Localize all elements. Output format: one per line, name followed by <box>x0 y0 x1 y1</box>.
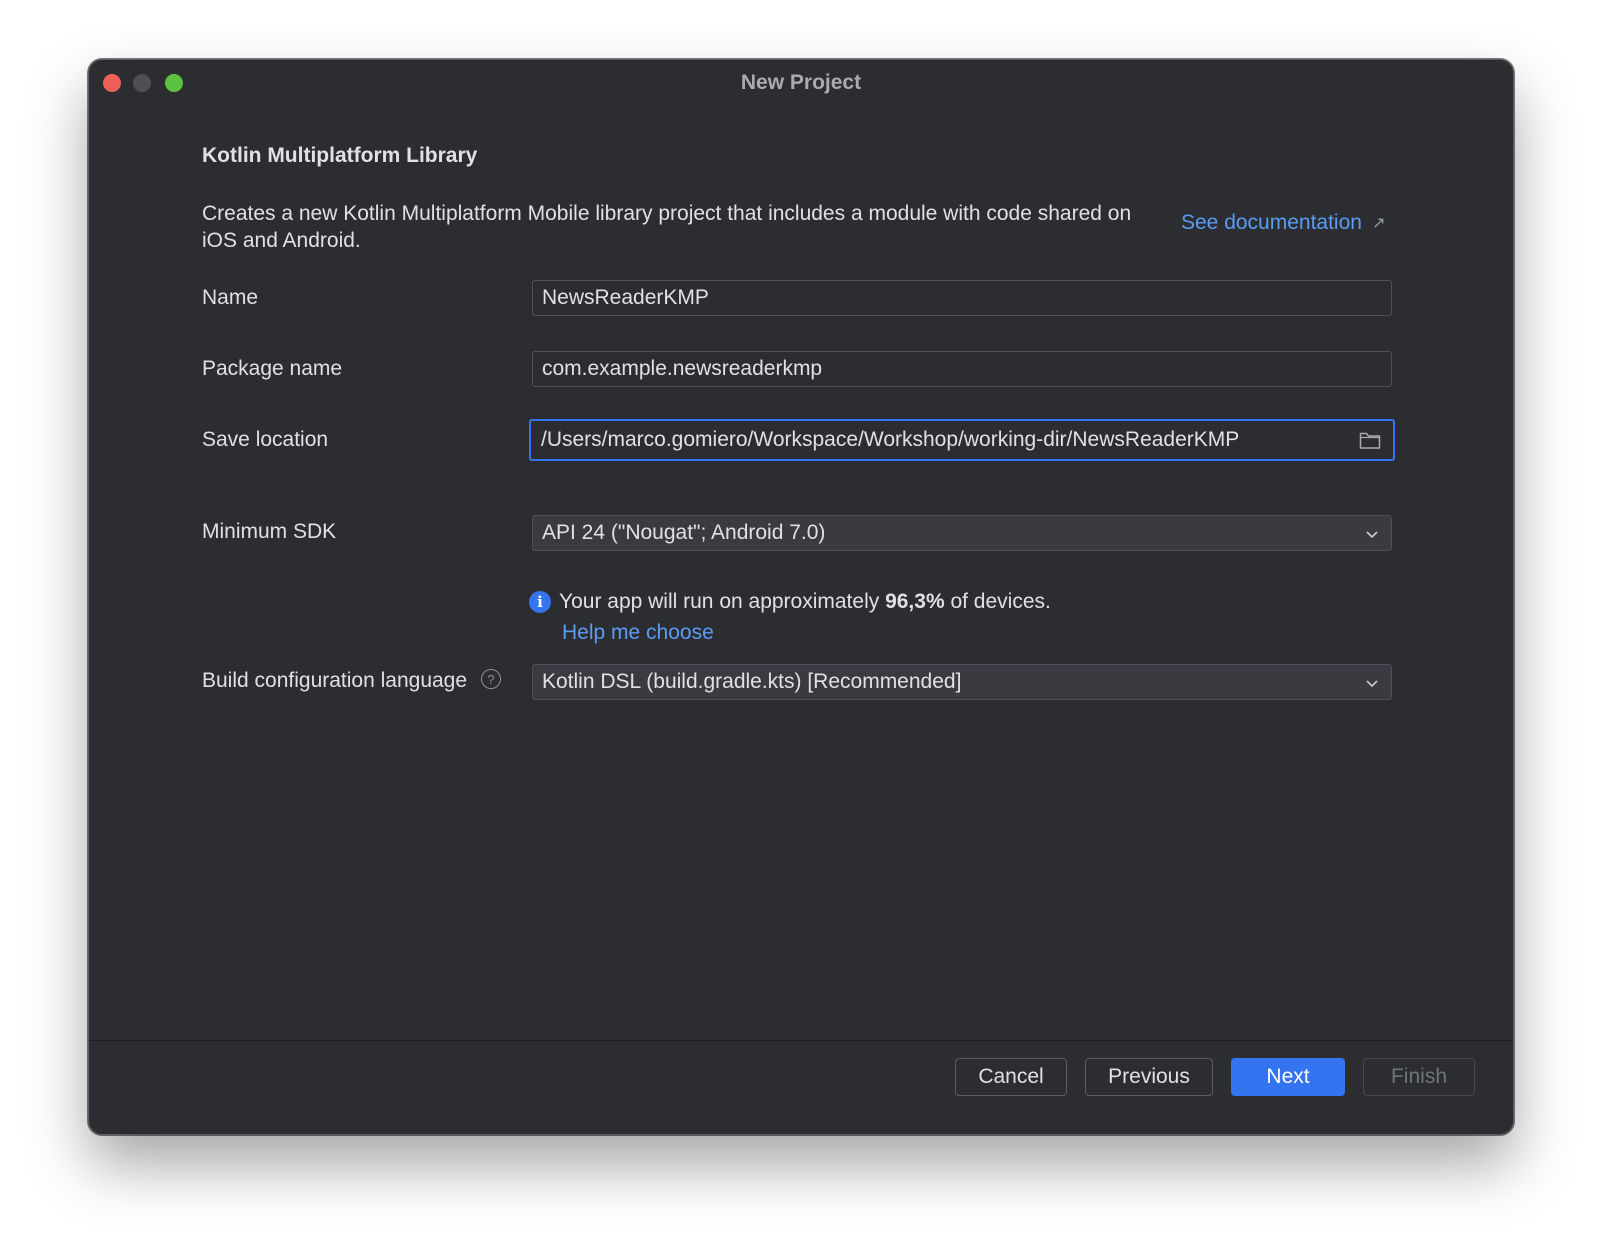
package-name-label: Package name <box>202 357 343 380</box>
device-coverage-info: i Your app will run on approximately 96,… <box>529 590 1051 614</box>
minimum-sdk-dropdown[interactable]: API 24 ("Nougat"; Android 7.0) <box>532 515 1392 551</box>
help-question-icon[interactable]: ? <box>480 669 501 690</box>
package-name-field[interactable]: com.example.newsreaderkmp <box>532 351 1392 387</box>
previous-button[interactable]: Previous <box>1085 1058 1213 1096</box>
coverage-suffix: of devices. <box>944 590 1051 613</box>
name-value: NewsReaderKMP <box>542 286 709 309</box>
build-config-language-dropdown[interactable]: Kotlin DSL (build.gradle.kts) [Recommend… <box>532 664 1392 700</box>
name-field[interactable]: NewsReaderKMP <box>532 280 1392 316</box>
coverage-percent: 96,3% <box>885 590 945 613</box>
cancel-button[interactable]: Cancel <box>955 1058 1067 1096</box>
page-title: Kotlin Multiplatform Library <box>202 144 478 167</box>
save-location-label: Save location <box>202 428 329 451</box>
see-documentation-link[interactable]: See documentation ↗ <box>1181 211 1385 235</box>
template-description: Creates a new Kotlin Multiplatform Mobil… <box>202 202 1132 252</box>
build-config-language-value: Kotlin DSL (build.gradle.kts) [Recommend… <box>542 670 962 693</box>
next-button[interactable]: Next <box>1231 1058 1345 1096</box>
minimum-sdk-value: API 24 ("Nougat"; Android 7.0) <box>542 521 826 544</box>
coverage-prefix: Your app will run on approximately <box>559 590 886 613</box>
title-bar: New Project <box>89 60 1513 104</box>
chevron-down-icon <box>1366 680 1378 688</box>
build-config-language-label: Build configuration language ? <box>202 669 501 693</box>
see-documentation-label: See documentation <box>1181 211 1362 234</box>
build-config-language-text: Build configuration language <box>202 669 468 692</box>
name-label: Name <box>202 286 259 309</box>
window-title: New Project <box>740 71 862 94</box>
save-location-field[interactable]: /Users/marco.gomiero/Workspace/Workshop/… <box>529 419 1395 461</box>
folder-icon[interactable] <box>1359 430 1381 450</box>
minimum-sdk-label: Minimum SDK <box>202 520 337 543</box>
package-name-value: com.example.newsreaderkmp <box>542 357 823 380</box>
info-icon: i <box>529 591 551 613</box>
chevron-down-icon <box>1366 531 1378 539</box>
new-project-dialog: New Project Kotlin Multiplatform Library… <box>88 59 1514 1135</box>
help-me-choose-link[interactable]: Help me choose <box>562 621 714 645</box>
footer-divider <box>89 1040 1513 1041</box>
save-location-value: /Users/marco.gomiero/Workspace/Workshop/… <box>541 428 1240 451</box>
finish-button[interactable]: Finish <box>1363 1058 1475 1096</box>
external-link-icon: ↗ <box>1371 215 1386 232</box>
